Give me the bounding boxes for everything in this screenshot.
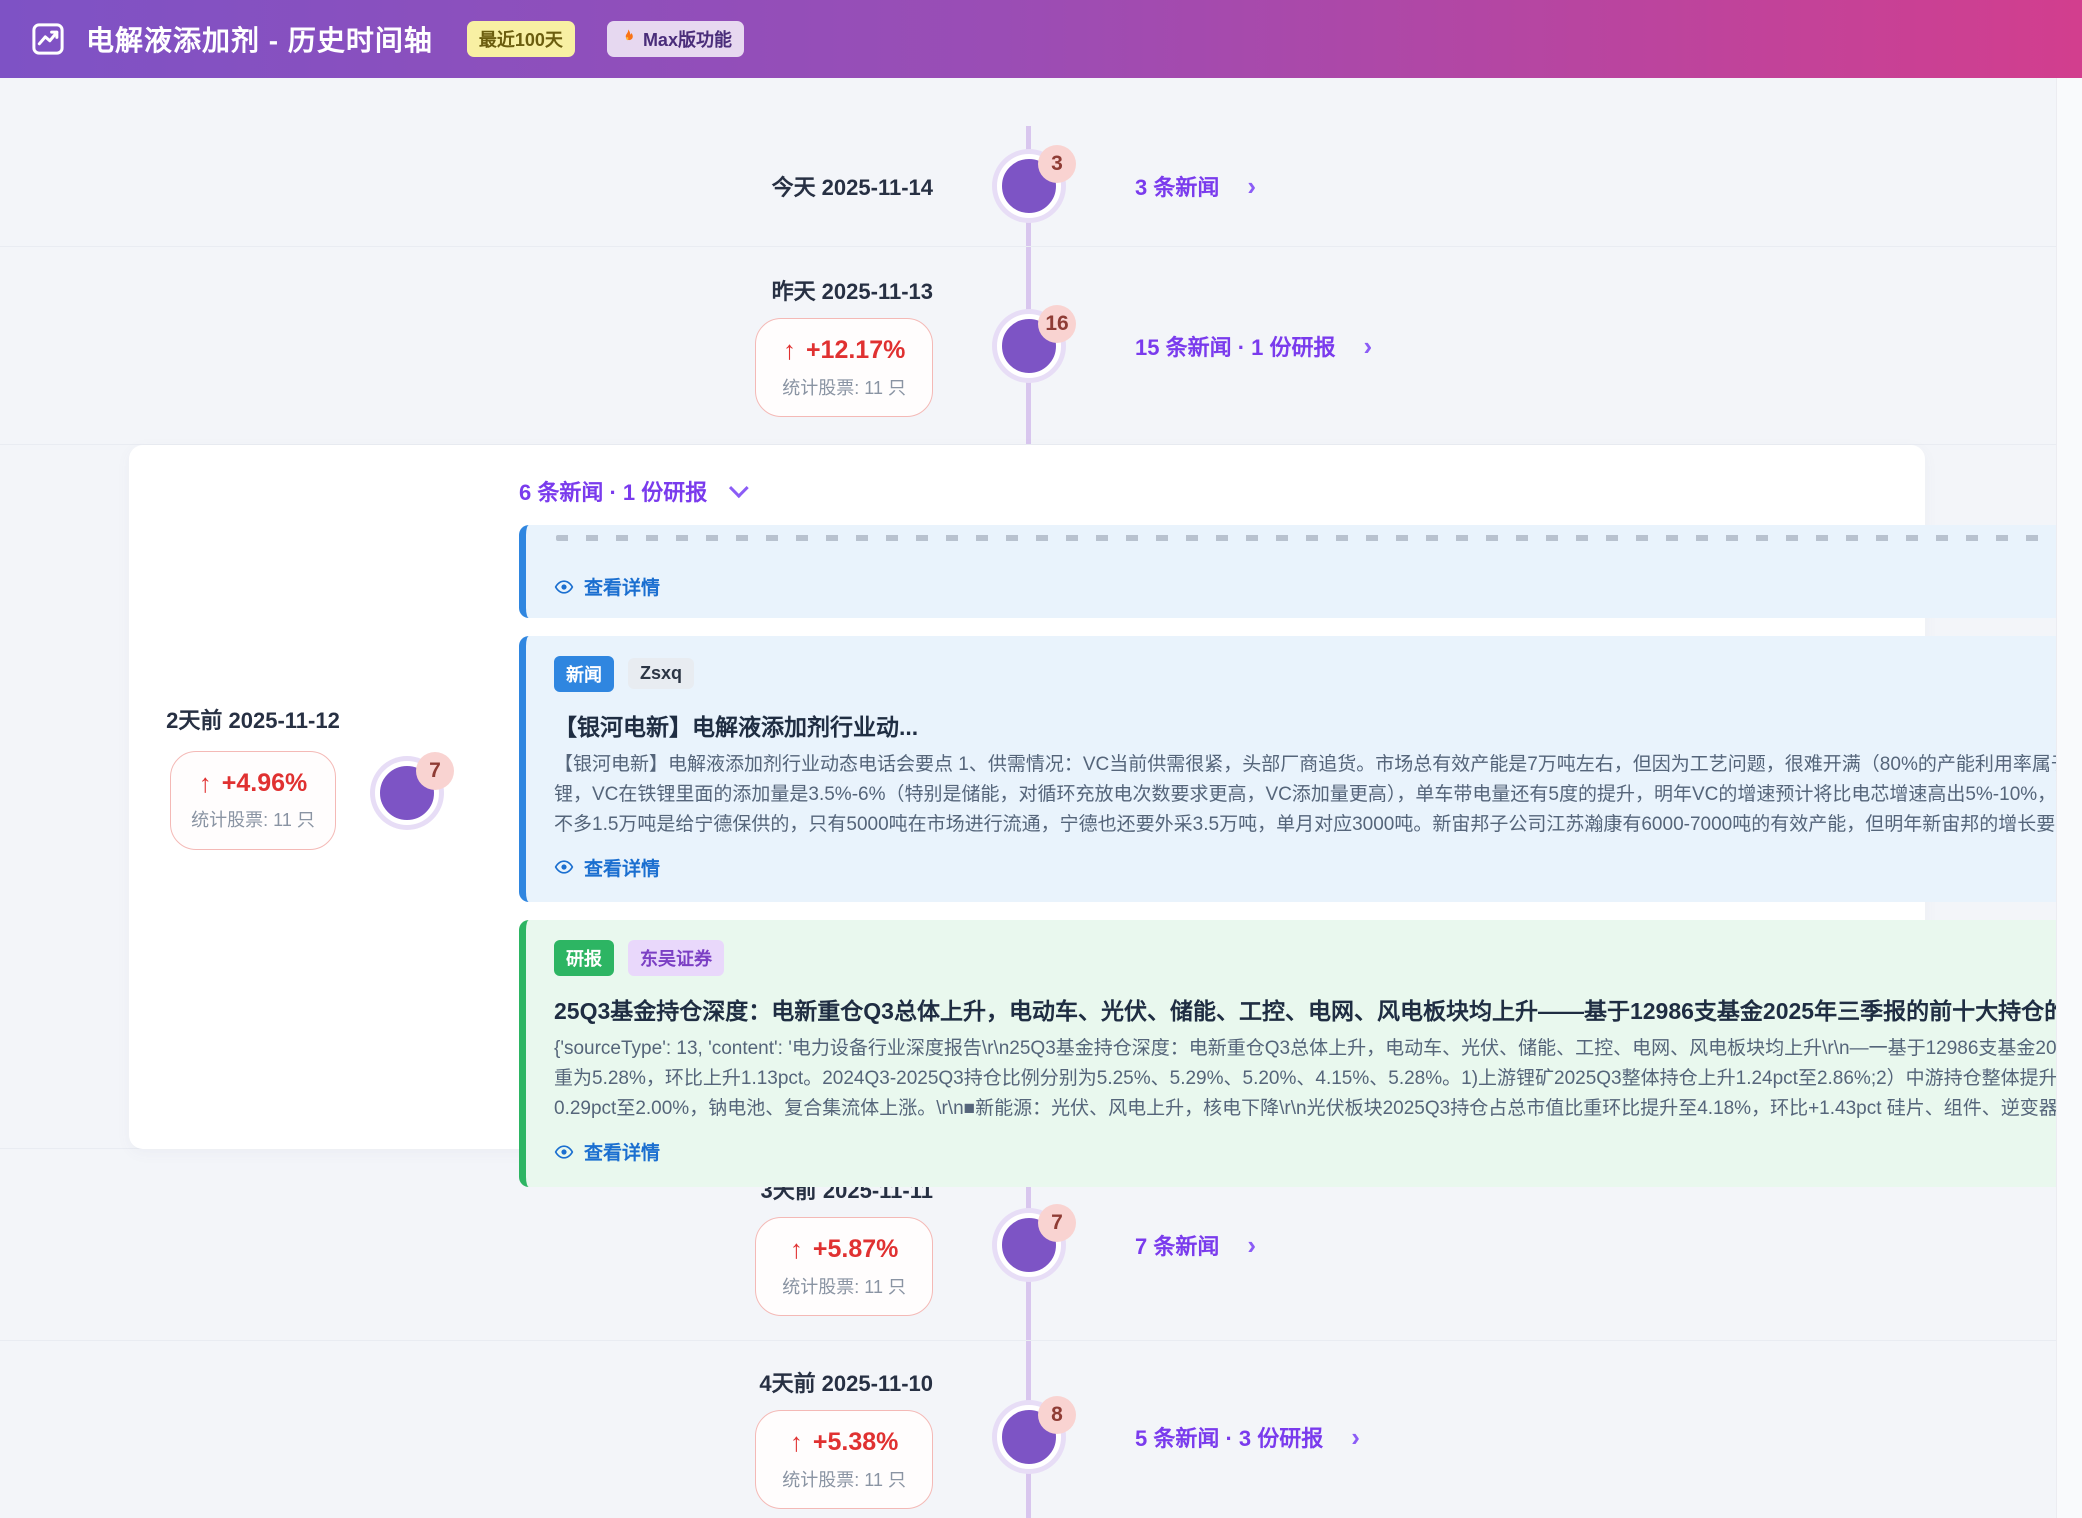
chevron-right-icon: › [1247,1232,1256,1258]
news-type-badge: 新闻 [554,656,614,692]
news-count-link[interactable]: 5 条新闻 · 3 份研报 › [1135,1421,1360,1453]
news-title: 【银河电新】电解液添加剂行业动... [554,708,2082,742]
eye-icon [554,577,574,597]
news-card-list: 查看详情 新闻 Zsxq 【银河电新】电解液添加剂行业动... 【银河电新】电解… [519,525,2082,1187]
stocks-count: 统计股票: 11 只 [782,374,906,400]
stocks-count: 统计股票: 11 只 [179,807,327,833]
date-label: 4天前 2025-11-10 [759,1366,933,1398]
report-card: 研报 东吴证券 25Q3基金持仓深度：电新重仓Q3总体上升，电动车、光伏、储能、… [519,920,2082,1187]
news-body: 【银河电新】电解液添加剂行业动态电话会要点 1、供需情况：VC当前供需很紧，头部… [554,750,2082,840]
up-arrow-icon: ↑ [790,1234,803,1265]
timeline-row-two-days-ago: 6 条新闻 · 1 份研报 2天前 2025-11-12 ↑ +4.96% 统计… [0,445,2082,1149]
chevron-down-icon [729,478,749,498]
up-arrow-icon: ↑ [199,768,212,799]
view-detail-link[interactable]: 查看详情 [554,573,660,600]
source-badge: 东吴证券 [628,940,724,976]
timeline-row-today: 今天 2025-11-14 3 3 条新闻 › [0,78,2082,247]
news-card: 新闻 Zsxq 【银河电新】电解液添加剂行业动... 【银河电新】电解液添加剂行… [519,636,2082,903]
count-badge: 16 [1038,305,1076,343]
scrollbar[interactable] [2056,78,2082,1518]
report-title: 25Q3基金持仓深度：电新重仓Q3总体上升，电动车、光伏、储能、工控、电网、风电… [554,992,2082,1026]
collapse-summary-link[interactable]: 6 条新闻 · 1 份研报 [519,475,743,507]
chevron-right-icon: › [1363,333,1372,359]
stat-pill: ↑ +5.38% 统计股票: 11 只 [755,1410,933,1509]
timeline-node[interactable]: 7 [375,761,439,825]
up-arrow-icon: ↑ [783,335,796,366]
count-badge: 3 [1038,145,1076,183]
date-label: 昨天 2025-11-13 [772,274,933,306]
flame-icon [619,28,637,51]
chevron-right-icon: › [1351,1424,1360,1450]
eye-icon [554,857,574,877]
count-badge: 7 [416,752,454,790]
max-feature-badge: Max版功能 [607,21,744,57]
timeline-node[interactable]: 16 [997,314,1061,378]
news-count-link[interactable]: 15 条新闻 · 1 份研报 › [1135,330,1372,362]
date-range-badge: 最近100天 [467,21,575,57]
count-badge: 8 [1038,1396,1076,1434]
news-count-link[interactable]: 7 条新闻 › [1135,1229,1256,1261]
clipped-text-sliver [556,535,2082,541]
trend-chart-icon [30,21,66,57]
page-title: 电解液添加剂 - 历史时间轴 [86,19,433,59]
eye-icon [554,1142,574,1162]
view-detail-link[interactable]: 查看详情 [554,854,660,881]
day-meta: 2天前 2025-11-12 ↑ +4.96% 统计股票: 11 只 [155,703,351,850]
report-type-badge: 研报 [554,940,614,976]
report-body: {'sourceType': 13, 'content': '电力设备行业深度报… [554,1034,2082,1124]
count-badge: 7 [1038,1204,1076,1242]
change-percent: +12.17% [806,336,905,365]
timeline-node[interactable]: 8 [997,1405,1061,1469]
max-feature-label: Max版功能 [643,26,732,52]
stocks-count: 统计股票: 11 只 [782,1273,906,1299]
news-count-link[interactable]: 3 条新闻 › [1135,170,1256,202]
change-percent: +4.96% [222,769,308,798]
timeline-row-yesterday: 昨天 2025-11-13 ↑ +12.17% 统计股票: 11 只 16 15… [0,247,2082,445]
source-badge: Zsxq [628,658,694,689]
stocks-count: 统计股票: 11 只 [782,1466,906,1492]
chevron-right-icon: › [1247,173,1256,199]
up-arrow-icon: ↑ [790,1427,803,1458]
news-card-partial: 查看详情 [519,525,2082,618]
stat-pill: ↑ +12.17% 统计股票: 11 只 [755,318,933,417]
change-percent: +5.38% [813,1428,899,1457]
timeline-row-four-days-ago: 4天前 2025-11-10 ↑ +5.38% 统计股票: 11 只 8 5 条… [0,1341,2082,1518]
stat-pill: ↑ +4.96% 统计股票: 11 只 [170,751,336,850]
date-label: 今天 2025-11-14 [772,170,933,202]
date-label: 2天前 2025-11-12 [155,703,351,735]
change-percent: +5.87% [813,1235,899,1264]
expanded-day-panel: 6 条新闻 · 1 份研报 2天前 2025-11-12 ↑ +4.96% 统计… [129,445,1925,1149]
timeline-node[interactable]: 7 [997,1213,1061,1277]
app-header: 电解液添加剂 - 历史时间轴 最近100天 Max版功能 [0,0,2082,78]
stat-pill: ↑ +5.87% 统计股票: 11 只 [755,1217,933,1316]
timeline-node[interactable]: 3 [997,154,1061,218]
view-detail-link[interactable]: 查看详情 [554,1138,660,1165]
